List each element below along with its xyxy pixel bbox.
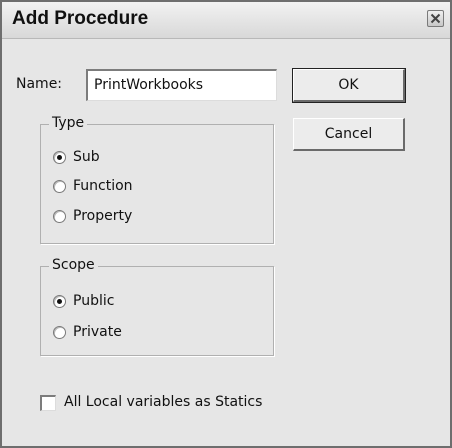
statics-checkbox-label: All Local variables as Statics (64, 394, 263, 410)
ok-button[interactable]: OK (292, 68, 406, 103)
radio-button[interactable] (53, 295, 66, 308)
radio-selected-dot (57, 299, 62, 304)
radio-selected-dot (57, 155, 62, 160)
type-group: Type Sub Function Property (40, 115, 274, 244)
scope-option-label: Public (73, 293, 115, 309)
type-option-label: Function (73, 178, 133, 194)
type-group-legend: Type (49, 115, 88, 131)
scope-option-label: Private (73, 324, 122, 340)
radio-button[interactable] (53, 326, 66, 339)
close-button[interactable] (427, 10, 444, 27)
radio-button[interactable] (53, 151, 66, 164)
scope-group-legend: Scope (49, 257, 98, 273)
statics-checkbox[interactable] (40, 395, 56, 411)
scope-group: Scope Public Private (40, 257, 274, 356)
procedure-name-input[interactable]: PrintWorkbooks (86, 69, 277, 101)
dialog-title: Add Procedure (12, 8, 149, 29)
type-option-label: Sub (73, 149, 100, 165)
type-option-label: Property (73, 208, 133, 224)
close-x-icon (430, 13, 441, 24)
radio-button[interactable] (53, 210, 66, 223)
cancel-button[interactable]: Cancel (293, 118, 405, 151)
title-bar[interactable]: Add Procedure (2, 2, 450, 39)
name-label: Name: (16, 76, 63, 92)
radio-button[interactable] (53, 180, 66, 193)
add-procedure-dialog: Add Procedure Name: PrintWorkbooks OK Ca… (0, 0, 452, 448)
